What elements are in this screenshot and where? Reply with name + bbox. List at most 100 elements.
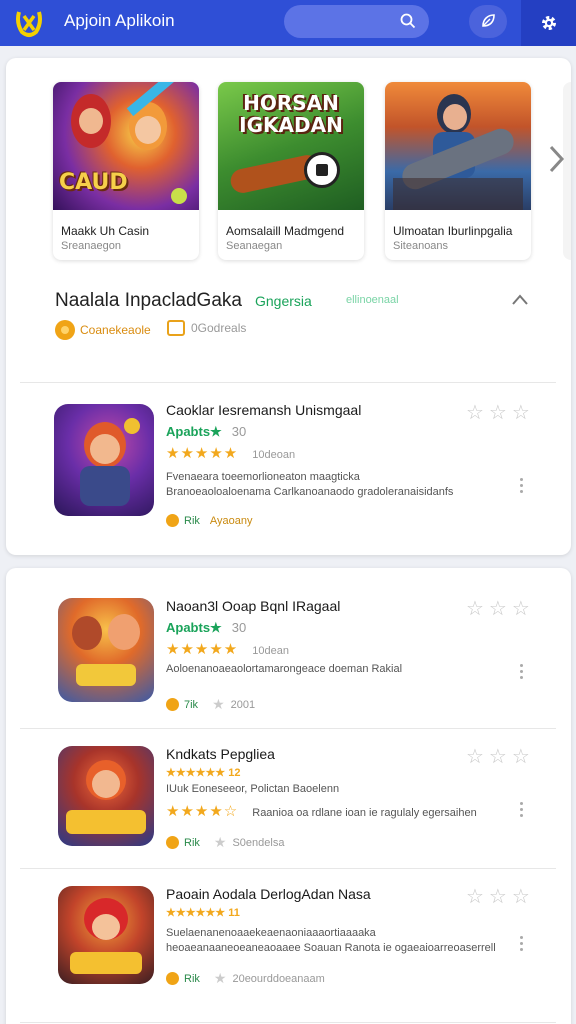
app-description: Fvenaeara toeemorlioneaton maagticka Bra… (166, 470, 453, 500)
more-vert-icon[interactable] (520, 664, 524, 682)
description-line: IUuk Eoneseeor, Polictan Baoelenn (166, 783, 340, 795)
featured-subtitle: Siteanoans (393, 240, 449, 252)
meta-item[interactable]: 0Godreals (167, 320, 246, 336)
footer-label: Rik (184, 972, 200, 985)
rating-text: 10deoan (252, 449, 296, 461)
app-footer: 7ik ★ 2001 (166, 696, 255, 713)
footer-label: Rik (184, 514, 200, 527)
app-title: Kndkats Pepgliea (166, 746, 275, 762)
app-description: IUuk Eoneseeor, Polictan Baoelenn (166, 782, 339, 797)
star-rating: ★★★★★ 10deoan (166, 444, 295, 462)
star-icon: ★ (212, 696, 225, 712)
meta-item[interactable]: Coanekeaole (55, 320, 151, 340)
section-faint-tag: ellinoenaal (346, 294, 399, 306)
featured-art-text: HORSAN IGKADAN (239, 91, 343, 137)
category-label: ★★★★★★ 11 (166, 907, 240, 919)
featured-game-art (385, 82, 531, 210)
app-category: Apabts★ 30 (166, 620, 246, 636)
app-title: Caoklar Iesremansh Unismgaal (166, 402, 362, 418)
featured-card: CAUD Maakk Uh Casin Sreanaegon HORSAN IG… (6, 58, 571, 555)
app-description: Aoloenanoaeaolortamarongeace doeman Raki… (166, 662, 402, 677)
box-icon (167, 320, 185, 336)
coin-icon (166, 836, 179, 849)
featured-tile[interactable]: HORSAN IGKADAN Aomsalaill Madmgend Seana… (218, 82, 364, 260)
app-logo-icon (16, 11, 42, 37)
stars: ★★★★★ (166, 641, 239, 658)
section-tag: Gngersia (255, 293, 312, 309)
featured-art-text: CAUD (59, 170, 128, 195)
category-extra: 30 (231, 424, 247, 439)
featured-title: Aomsalaill Madmgend (226, 224, 345, 238)
app-title: Apjoin Aplikoin (64, 11, 175, 30)
more-vert-icon[interactable] (520, 478, 524, 496)
footer-label: S0endelsa (232, 836, 285, 849)
featured-title: Maakk Uh Casin (61, 224, 150, 238)
gear-icon (542, 16, 556, 30)
footer-label: 7ik (184, 698, 199, 711)
app-icon (58, 746, 154, 846)
app-category: Apabts★ 30 (166, 424, 246, 440)
footer-label: Rik (184, 836, 200, 849)
leaf-button[interactable] (469, 5, 507, 38)
featured-game-art: HORSAN IGKADAN (218, 82, 364, 210)
featured-game-art: CAUD (53, 82, 199, 210)
search-bar[interactable] (284, 5, 429, 38)
app-icon (58, 598, 154, 702)
divider (20, 1022, 556, 1023)
chevron-right-icon[interactable] (547, 144, 565, 174)
featured-subtitle: Seanaegan (226, 240, 283, 252)
rating-text: Raanioa oa rdlane ioan ie ragulaly egers… (252, 807, 477, 819)
featured-tile[interactable]: CAUD Maakk Uh Casin Sreanaegon (53, 82, 199, 260)
footer-label: 20eourddoeanaam (232, 972, 325, 985)
chevron-up-icon[interactable] (511, 293, 529, 307)
featured-tile[interactable]: Ulmoatan Iburlinpgalia Siteanoans (385, 82, 531, 260)
app-category: ★★★★★★ 12 (166, 766, 240, 779)
featured-title: Ulmoatan Iburlinpgalia (393, 224, 513, 238)
star-icon: ★ (213, 970, 227, 986)
coin-icon (166, 514, 179, 527)
search-icon[interactable] (400, 13, 416, 29)
settings-button[interactable] (521, 0, 576, 46)
description-line: Fvenaeara toeemorlioneaton maagticka (166, 471, 360, 483)
coin-icon (55, 320, 75, 340)
stars: ★★★★★ (166, 445, 239, 462)
description-line: Aoloenanoaeaolortamarongeace doeman Raki… (166, 663, 403, 675)
meta-label: 0Godreals (191, 321, 247, 335)
app-icon (58, 886, 154, 984)
divider (20, 382, 556, 383)
app-footer: Rik Ayaoany (166, 514, 253, 527)
rate-stars-icon[interactable]: ☆☆☆ (466, 744, 535, 769)
category-label: Apabts★ (166, 620, 222, 635)
app-footer: Rik ★ S0endelsa (166, 834, 284, 851)
description-line: heoaeanaaneoeaneaoaaee Soauan Ranota ie … (166, 942, 496, 954)
app-title: Paoain Aodala DerlogAdan Nasa (166, 886, 371, 902)
coin-icon (166, 972, 179, 985)
rate-stars-icon[interactable]: ☆☆☆ (466, 400, 535, 425)
meta-label: Coanekeaole (80, 323, 151, 337)
description-line: Suelaenanenoaaekeaenaoniaaaortiaaaaka (166, 927, 376, 939)
stars: ★★★★☆ (166, 803, 239, 820)
rating-text: 10dean (252, 645, 289, 657)
featured-subtitle: Sreanaegon (61, 240, 121, 252)
star-rating: ★★★★☆ Raanioa oa rdlane ioan ie ragulaly … (166, 802, 477, 820)
app-footer: Rik ★ 20eourddoeanaam (166, 970, 325, 987)
footer-label: 2001 (230, 698, 256, 711)
top-app-bar: Apjoin Aplikoin (0, 0, 576, 46)
app-title: Naoan3l Ooap Bqnl IRagaal (166, 598, 341, 614)
footer-label: Ayaoany (209, 514, 253, 527)
description-line: Branoeaoloaloenama Carlkanoanaodo gradol… (166, 486, 454, 498)
app-description: Suelaenanenoaaekeaenaoniaaaortiaaaaka he… (166, 926, 496, 956)
coin-icon (166, 698, 179, 711)
leaf-icon (482, 14, 495, 27)
category-extra: 30 (231, 620, 247, 635)
rate-stars-icon[interactable]: ☆☆☆ (466, 596, 535, 621)
category-label: ★★★★★★ 12 (166, 767, 241, 779)
divider (20, 728, 556, 729)
divider (20, 868, 556, 869)
rate-stars-icon[interactable]: ☆☆☆ (466, 884, 535, 909)
more-vert-icon[interactable] (520, 802, 524, 820)
section-title: Naalala InpacladGaka (55, 290, 242, 311)
more-vert-icon[interactable] (520, 936, 524, 954)
category-label: Apabts★ (166, 424, 222, 439)
app-icon (54, 404, 154, 516)
